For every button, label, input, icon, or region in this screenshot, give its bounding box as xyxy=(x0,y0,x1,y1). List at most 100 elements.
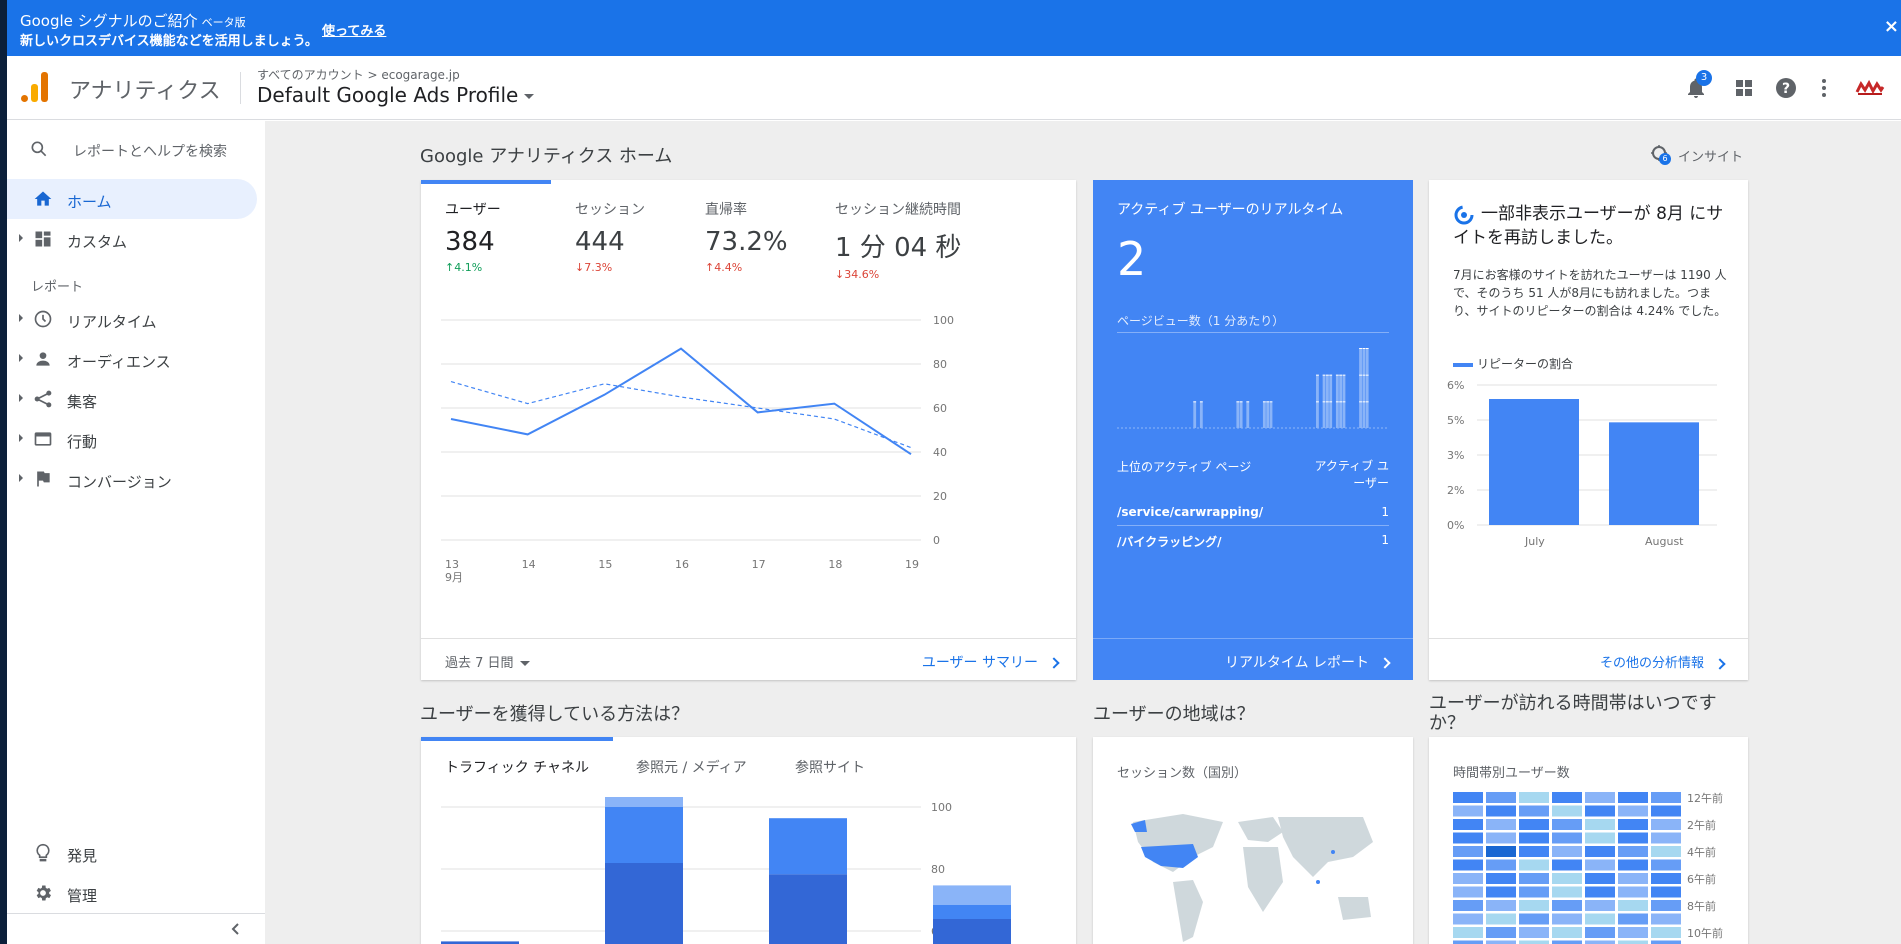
hour-label: 12午前 xyxy=(1687,792,1723,805)
heat-cell xyxy=(1486,792,1516,803)
help-icon[interactable]: ? xyxy=(1774,76,1798,100)
report-search[interactable]: レポートとヘルプを検索 xyxy=(7,127,265,171)
banner-beta-badge: ベータ版 xyxy=(201,16,246,29)
metric-label: セッション継続時間 xyxy=(835,202,961,218)
heat-cell xyxy=(1651,859,1681,871)
realtime-page-row[interactable]: /バイクラッピング/ 1 xyxy=(1117,526,1389,554)
heat-cell xyxy=(1618,859,1648,871)
heat-cell xyxy=(1453,927,1483,938)
sidebar-item-acquisition[interactable]: 集客 xyxy=(7,379,257,419)
metric-bounce-rate[interactable]: 直帰率 73.2% ↑4.4% xyxy=(705,199,788,274)
hour-label: 6午前 xyxy=(1687,872,1716,886)
heat-cell xyxy=(1618,832,1648,844)
sidebar-item-discover[interactable]: 発見 xyxy=(7,833,257,873)
dashboard-icon xyxy=(33,229,53,253)
heat-cell xyxy=(1585,927,1615,938)
sidebar-item-behavior[interactable]: 行動 xyxy=(7,419,257,459)
sidebar-item-custom[interactable]: カスタム xyxy=(7,219,257,259)
heat-cell xyxy=(1486,846,1516,857)
date-range-selector[interactable]: 過去 7 日間 xyxy=(445,652,530,671)
sidebar-item-home[interactable]: ホーム xyxy=(7,179,257,219)
more-vert-icon[interactable] xyxy=(1812,76,1836,100)
metric-label: セッション xyxy=(575,202,645,218)
insight-icon: 6 xyxy=(1650,144,1671,165)
analytics-logo-icon[interactable] xyxy=(21,72,49,102)
y-tick-label: 80 xyxy=(933,358,947,371)
heat-cell xyxy=(1552,900,1582,911)
heat-cell xyxy=(1618,886,1648,898)
insights-button[interactable]: 6 インサイト xyxy=(1650,144,1743,165)
sidebar-item-label: リアルタイム xyxy=(67,313,157,331)
caret-down-icon xyxy=(519,661,530,666)
hour-label: 2午前 xyxy=(1687,818,1716,832)
banner-close-icon[interactable]: × xyxy=(1884,16,1899,37)
try-signals-link[interactable]: 使ってみる xyxy=(322,20,386,39)
svg-text:?: ? xyxy=(1782,81,1790,97)
more-insights-link[interactable]: その他の分析情報 xyxy=(1600,652,1726,671)
pageview-bar xyxy=(1322,374,1326,428)
caret-down-icon xyxy=(524,94,535,99)
pageview-bar xyxy=(1359,348,1362,428)
expand-arrow-icon xyxy=(19,394,23,402)
heat-cell xyxy=(1585,886,1615,898)
metric-users[interactable]: ユーザー 384 ↑4.1% xyxy=(445,199,501,274)
x-tick-label: July xyxy=(1524,535,1545,548)
y-tick-label: 100 xyxy=(933,314,954,327)
profile-selector[interactable]: Default Google Ads Profile xyxy=(257,83,535,107)
sidebar-item-label: 行動 xyxy=(67,433,98,451)
pageview-bar xyxy=(1325,374,1329,428)
sidebar-item-audience[interactable]: オーディエンス xyxy=(7,339,257,379)
heat-cell xyxy=(1519,900,1549,911)
metric-sessions[interactable]: セッション 444 ↓7.3% xyxy=(575,199,645,274)
heat-cell xyxy=(1552,846,1582,857)
y-tick-label: 2% xyxy=(1447,484,1464,497)
heat-cell xyxy=(1453,873,1483,884)
heat-cell xyxy=(1552,913,1582,925)
heat-cell xyxy=(1651,846,1681,857)
channel-bar-segment xyxy=(769,874,847,944)
pageview-bar xyxy=(1335,374,1339,428)
tab-source-medium[interactable]: 参照元 / メディア xyxy=(636,757,747,777)
acquisition-stacked-bar-chart: 1008060 xyxy=(441,797,1011,944)
heat-cell xyxy=(1651,832,1681,844)
realtime-title: アクティブ ユーザーのリアルタイム xyxy=(1117,202,1344,218)
page-path: /バイクラッピング/ xyxy=(1117,535,1222,549)
breadcrumb[interactable]: すべてのアカウント > ecogarage.jp xyxy=(257,66,460,83)
person-icon xyxy=(33,349,53,373)
tab-referrals[interactable]: 参照サイト xyxy=(795,757,865,777)
header-divider xyxy=(240,72,241,104)
notification-bell-icon[interactable]: 3 xyxy=(1684,70,1712,100)
sidebar-divider xyxy=(7,913,265,914)
heat-cell xyxy=(1618,900,1648,911)
heat-cell xyxy=(1585,819,1615,830)
users-line-chart: 100 80 60 40 20 0 13 14 15 16 17 18 19 9月 xyxy=(441,314,954,584)
sidebar-item-conversion[interactable]: コンバージョン xyxy=(7,459,257,499)
metric-session-duration[interactable]: セッション継続時間 1 分 04 秒 ↓34.6% xyxy=(835,199,961,281)
page-active-users: 1 xyxy=(1381,533,1389,547)
search-input[interactable]: レポートとヘルプを検索 xyxy=(73,141,227,161)
time-of-day-card: 時間帯別ユーザー数 12午前 2午前 4午前 6午前 8午前 10午前 xyxy=(1429,737,1748,944)
selected-tab-indicator xyxy=(421,737,613,741)
sidebar-item-realtime[interactable]: リアルタイム xyxy=(7,299,257,339)
realtime-page-row[interactable]: /service/carwrapping/ 1 xyxy=(1117,498,1389,526)
realtime-report-link[interactable]: リアルタイム レポート xyxy=(1225,652,1391,672)
overview-card: ユーザー 384 ↑4.1% セッション 444 ↓7.3% 直帰率 73.2%… xyxy=(421,180,1076,680)
collapse-sidebar-icon[interactable] xyxy=(229,921,243,940)
heat-cell xyxy=(1552,940,1582,944)
heat-cell xyxy=(1552,805,1582,817)
heat-cell xyxy=(1618,846,1648,857)
sidebar-item-admin[interactable]: 管理 xyxy=(7,873,257,913)
heat-cell xyxy=(1486,805,1516,817)
world-map[interactable] xyxy=(1113,802,1393,944)
account-avatar[interactable] xyxy=(1855,78,1885,98)
tab-traffic-channel[interactable]: トラフィック チャネル xyxy=(445,757,589,777)
x-tick-label: 16 xyxy=(675,558,689,571)
heat-cell xyxy=(1585,805,1615,817)
apps-grid-icon[interactable] xyxy=(1732,76,1756,100)
user-summary-link[interactable]: ユーザー サマリー xyxy=(922,652,1060,672)
pageview-bar xyxy=(1262,401,1266,428)
metric-value: 444 xyxy=(575,227,625,257)
x-tick-label: August xyxy=(1645,535,1684,548)
heat-cell xyxy=(1651,792,1681,803)
pageview-bar xyxy=(1329,374,1333,428)
